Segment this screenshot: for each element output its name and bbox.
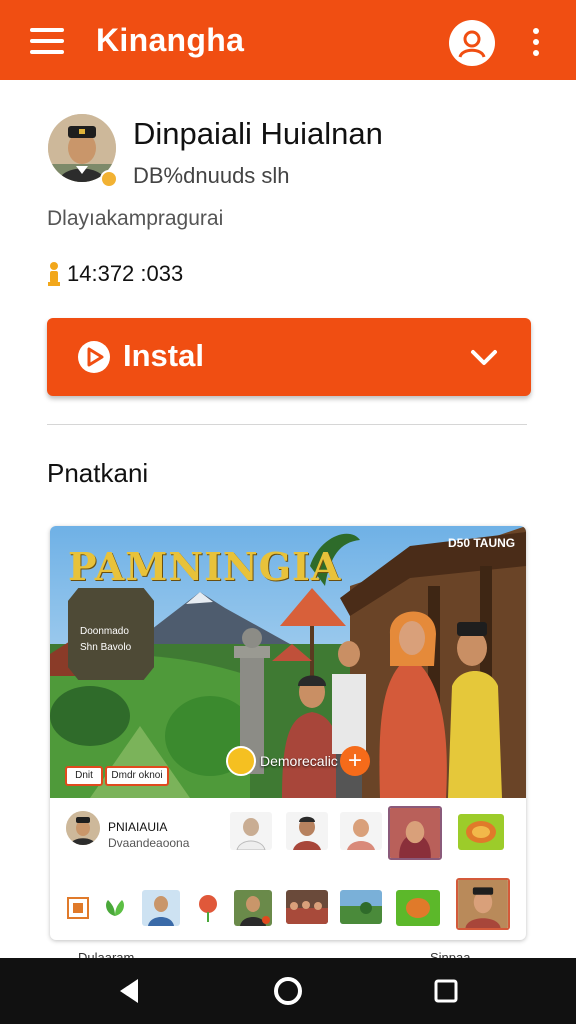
hero-chip[interactable]: Dmdr oknoi: [105, 766, 169, 786]
section-divider: [47, 424, 527, 425]
portrait-thumbnail[interactable]: [388, 806, 442, 860]
thumbnail-strip: [50, 870, 526, 940]
portrait-thumbnail[interactable]: [230, 812, 272, 850]
person-outline-icon[interactable]: [449, 20, 495, 66]
verified-badge-icon: [100, 170, 118, 188]
food-thumbnail[interactable]: [458, 814, 504, 850]
app-bar: Kinangha: [0, 0, 576, 80]
play-circle-icon: [78, 341, 110, 373]
avatar[interactable]: [66, 811, 100, 845]
recents-square-icon[interactable]: [430, 975, 462, 1007]
hero-panel-line: Shn Bavolo: [80, 642, 132, 653]
hero-panel-line: Doonmado: [80, 626, 129, 637]
hero-tag[interactable]: Demorecalic +: [226, 746, 370, 780]
flower-icon[interactable]: [194, 892, 222, 924]
creator-row: PNIAIAUIA Dvaandeaoona: [50, 802, 526, 866]
portrait-thumbnail[interactable]: [142, 890, 180, 926]
more-vert-icon[interactable]: [530, 28, 542, 56]
hero-chip[interactable]: Dnit: [65, 766, 103, 786]
install-label: Instal: [123, 338, 204, 373]
crowd-thumbnail[interactable]: [286, 890, 328, 924]
hero-title: PAMNINGIA: [68, 544, 342, 589]
profile-subtitle: DB%dnuuds slh: [133, 163, 290, 188]
add-icon[interactable]: +: [340, 746, 370, 776]
profile-name: Dinpaiali Huialnan: [133, 116, 383, 151]
portrait-thumbnail[interactable]: [456, 878, 510, 930]
food-thumbnail[interactable]: [396, 890, 440, 926]
portrait-thumbnail[interactable]: [286, 812, 328, 850]
tag-badge-icon: [226, 746, 256, 776]
back-triangle-icon[interactable]: [114, 975, 146, 1007]
stat-row: 14:372 :033: [47, 260, 183, 288]
leaf-icon[interactable]: [102, 896, 128, 920]
portrait-thumbnail[interactable]: [234, 890, 272, 926]
system-nav-bar: [0, 958, 576, 1024]
hero-corner-label: D50 TAUNG: [448, 536, 516, 550]
creator-name: PNIAIAUIA: [108, 820, 168, 834]
book-icon[interactable]: [66, 896, 90, 920]
chevron-down-icon[interactable]: [470, 344, 498, 370]
feature-card[interactable]: PAMNINGIA D50 TAUNG Doonmado Shn Bavolo …: [50, 526, 526, 940]
hero-tag-label: Demorecalic: [260, 753, 338, 769]
person-stat-icon: [48, 262, 60, 286]
section-title: Pnatkani: [47, 458, 149, 488]
profile-description: Dlayıakampragurai: [47, 207, 224, 230]
creator-subtitle: Dvaandeaoona: [108, 836, 190, 850]
install-button[interactable]: Instal: [47, 318, 531, 396]
landscape-thumbnail[interactable]: [340, 890, 382, 924]
hamburger-menu-icon[interactable]: [30, 28, 64, 54]
app-title: Kinangha: [96, 22, 245, 58]
home-circle-icon[interactable]: [272, 975, 304, 1007]
stat-value: 14:372 :033: [67, 261, 184, 286]
portrait-thumbnail[interactable]: [340, 812, 382, 850]
